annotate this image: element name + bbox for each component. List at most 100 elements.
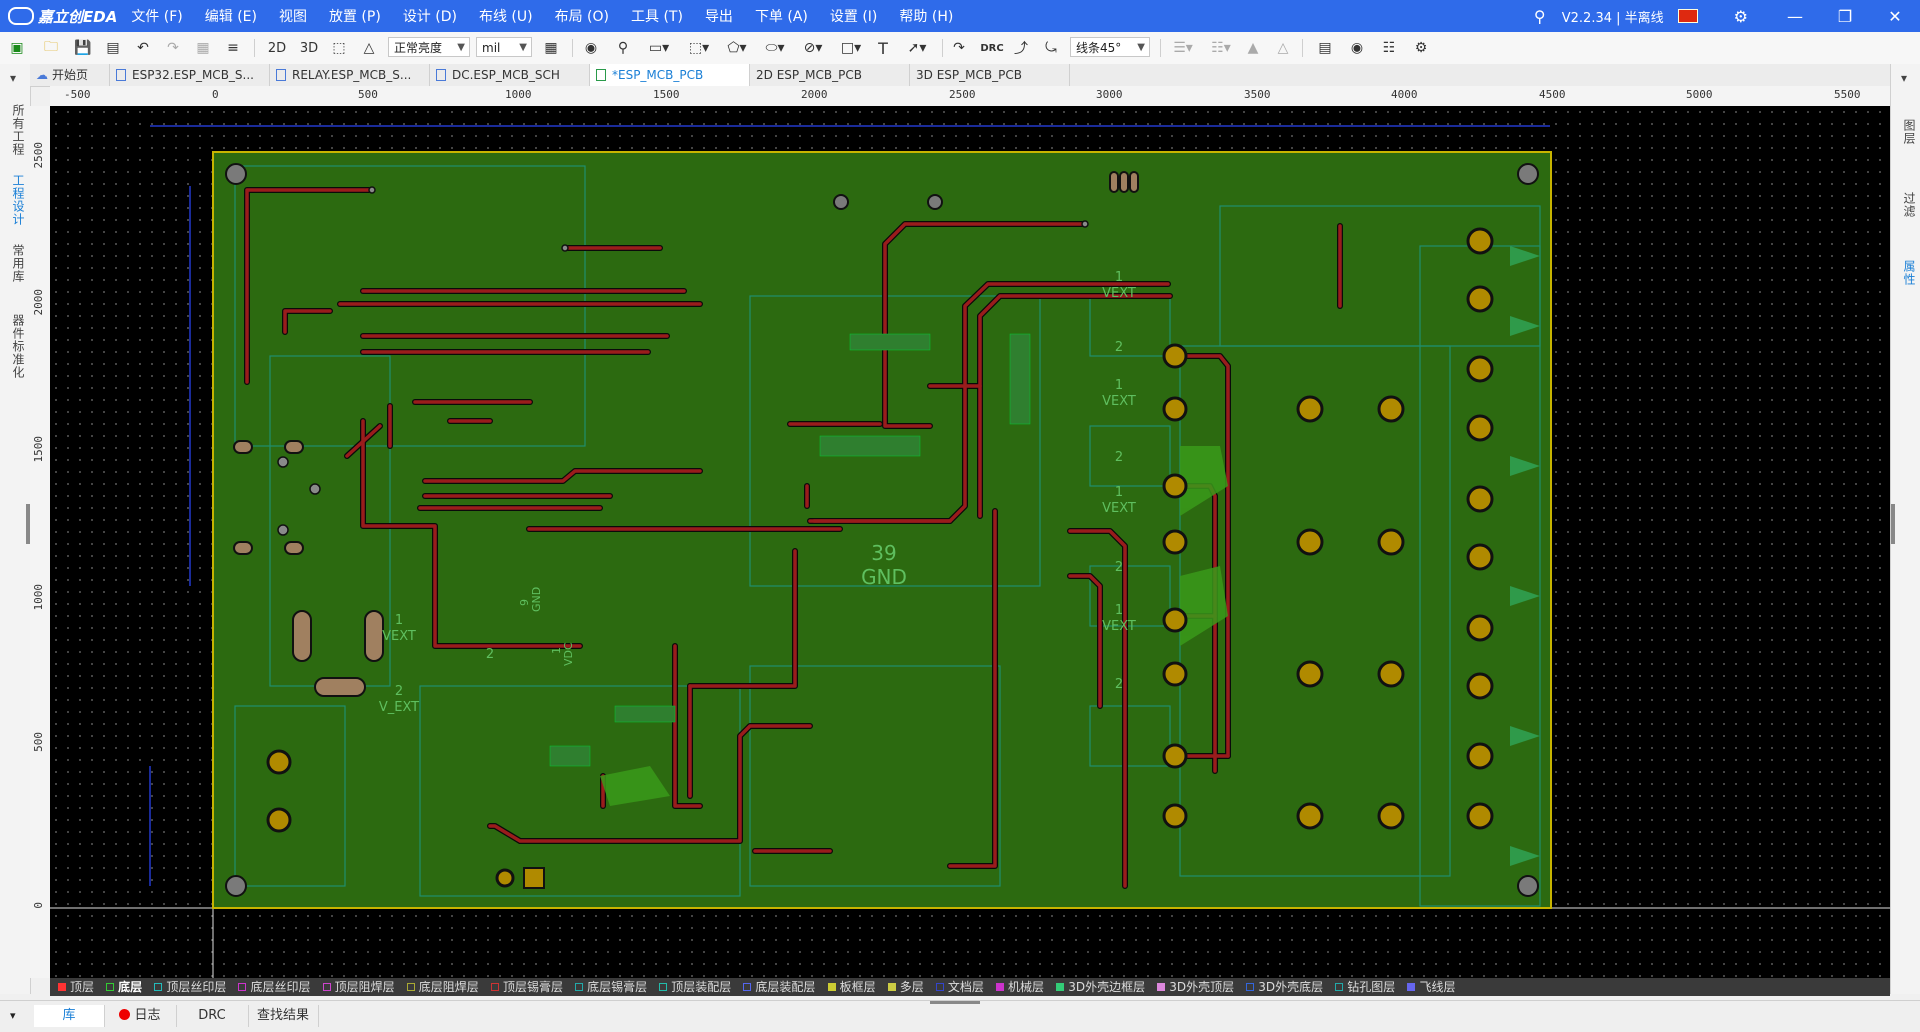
menu-order[interactable]: 下单 (A) <box>755 6 808 26</box>
drc-button[interactable]: DRC <box>978 37 1006 59</box>
layer-top-solder-mask[interactable]: 顶层阻焊层 <box>322 978 395 996</box>
menu-layout[interactable]: 布局 (O) <box>555 6 609 26</box>
save-all-icon[interactable]: ▤ <box>102 37 124 59</box>
zoom-fit-icon[interactable]: ⬚ <box>328 37 350 59</box>
layer-manager-icon[interactable]: ☷ <box>1378 37 1400 59</box>
layer-3d-shell-outline[interactable]: 3D外壳边框层 <box>1056 978 1145 996</box>
pin-icon[interactable]: ▾ <box>10 72 28 85</box>
minimize-icon[interactable]: — <box>1770 7 1820 26</box>
search-icon[interactable]: ⚲ <box>1526 7 1554 26</box>
tab-pcb-3d[interactable]: 3D ESP_MCB_PCB <box>910 64 1070 86</box>
grid-icon[interactable]: ▦ <box>540 37 562 59</box>
pin-icon[interactable]: ▾ <box>10 1009 16 1022</box>
new-file-icon[interactable]: ▣ <box>6 37 28 59</box>
no-connect-icon[interactable]: ⊘▾ <box>798 37 828 59</box>
layer-multi[interactable]: 多层 <box>887 978 924 996</box>
layer-3d-shell-bottom[interactable]: 3D外壳底层 <box>1246 978 1323 996</box>
pad-icon[interactable]: ▭▾ <box>644 37 674 59</box>
view-2d-button[interactable]: 2D <box>264 37 290 59</box>
grid-select-icon[interactable]: ▦ <box>192 37 214 59</box>
save-icon[interactable]: 💾 <box>72 37 94 59</box>
net-label-icon[interactable]: ⚲ <box>612 37 634 59</box>
maximize-icon[interactable]: ❐ <box>1820 7 1870 26</box>
tab-pcb-2d[interactable]: 2D ESP_MCB_PCB <box>750 64 910 86</box>
brightness-select[interactable]: 正常亮度 ▼ <box>388 37 470 57</box>
menu-tools[interactable]: 工具 (T) <box>631 6 683 26</box>
bottom-tab-find-results[interactable]: 查找结果 <box>248 1005 319 1027</box>
menu-edit[interactable]: 编辑 (E) <box>205 6 257 26</box>
layer-3d-shell-top[interactable]: 3D外壳顶层 <box>1157 978 1234 996</box>
menu-place[interactable]: 放置 (P) <box>329 6 381 26</box>
redo-icon[interactable]: ↷ <box>162 37 184 59</box>
ellipse-icon[interactable]: ⬭▾ <box>760 37 790 59</box>
right-tab-properties[interactable]: 属性 <box>1897 260 1916 286</box>
route-mode-select[interactable]: 线条45° ▼ <box>1070 37 1150 57</box>
bottom-tab-drc[interactable]: DRC <box>176 1005 249 1027</box>
close-icon[interactable]: ✕ <box>1870 7 1920 26</box>
menu-design[interactable]: 设计 (D) <box>403 6 457 26</box>
tab-pcb-active[interactable]: *ESP_MCB_PCB <box>590 64 750 86</box>
layer-document[interactable]: 文档层 <box>935 978 984 996</box>
right-tab-layers[interactable]: 图层 <box>1897 119 1916 145</box>
left-tab-all-projects[interactable]: 所有工程 <box>6 104 25 156</box>
layer-bottom-paste[interactable]: 底层锡膏层 <box>575 978 647 996</box>
layer-top-assembly[interactable]: 顶层装配层 <box>659 978 731 996</box>
menu-route[interactable]: 布线 (U) <box>479 6 533 26</box>
left-tab-component-standard[interactable]: 器件标准化 <box>6 314 25 379</box>
undo-icon[interactable]: ↶ <box>132 37 154 59</box>
layer-top[interactable]: 顶层 <box>58 978 94 996</box>
layer-top-silk[interactable]: 顶层丝印层 <box>154 978 226 996</box>
right-panel-collapse-handle[interactable] <box>1891 504 1895 544</box>
menu-file[interactable]: 文件 (F) <box>131 6 182 26</box>
bom-icon[interactable]: ≡ <box>222 37 244 59</box>
distribute-icon[interactable]: ☷▾ <box>1206 37 1236 59</box>
menu-settings[interactable]: 设置 (I) <box>830 6 878 26</box>
left-tab-project-design[interactable]: 工程设计 <box>6 174 25 226</box>
mirror-icon[interactable]: ▲ <box>1242 37 1264 59</box>
right-tab-filter[interactable]: 过滤 <box>1897 192 1916 218</box>
unit-select[interactable]: mil ▼ <box>476 37 532 57</box>
align-icon[interactable]: ☰▾ <box>1168 37 1198 59</box>
bottom-tab-library[interactable]: 库 <box>34 1005 105 1027</box>
gear-icon[interactable]: ⚙ <box>1734 7 1748 26</box>
via-icon[interactable]: ◉ <box>580 37 602 59</box>
pin-icon[interactable]: ▾ <box>1901 72 1919 85</box>
route-icon[interactable]: ⤴ <box>1010 37 1032 59</box>
flip-icon[interactable]: △ <box>1272 37 1294 59</box>
open-folder-icon[interactable]: 🗀 <box>40 37 62 59</box>
menu-help[interactable]: 帮助 (H) <box>899 6 953 26</box>
layer-bottom-assembly[interactable]: 底层装配层 <box>743 978 815 996</box>
menu-export[interactable]: 导出 <box>705 6 733 26</box>
pcb-canvas[interactable]: 39 GND 1 VEXT 2 1 VEXT 2 1 VEXT 2 1 VEXT… <box>50 106 1890 978</box>
camera-icon[interactable]: ◉ <box>1346 37 1368 59</box>
settings-gear-icon[interactable]: ⚙ <box>1410 37 1432 59</box>
layer-top-paste[interactable]: 顶层锡膏层 <box>490 978 563 996</box>
layer-mechanical[interactable]: 机械层 <box>996 978 1044 996</box>
layer-board-outline[interactable]: 板框层 <box>827 978 876 996</box>
pcb-drawing[interactable]: 39 GND 1 VEXT 2 1 VEXT 2 1 VEXT 2 1 VEXT… <box>50 106 1890 978</box>
bottom-panel-collapse-handle[interactable] <box>930 1001 980 1004</box>
layer-ratsnest[interactable]: 飞线层 <box>1407 978 1455 996</box>
import-icon[interactable]: ↷ <box>948 37 970 59</box>
highlight-icon[interactable]: △ <box>358 37 380 59</box>
rectangle-icon[interactable]: □▾ <box>836 37 866 59</box>
polygon-icon[interactable]: ⬠▾ <box>722 37 752 59</box>
menu-view[interactable]: 视图 <box>279 6 307 26</box>
board-setup-icon[interactable]: ▤ <box>1314 37 1336 59</box>
tab-start-page[interactable]: ☁ 开始页 <box>30 64 110 86</box>
tab-relay-schematic[interactable]: RELAY.ESP_MCB_S... <box>270 64 430 86</box>
tab-esp32-schematic[interactable]: ESP32.ESP_MCB_S... <box>110 64 270 86</box>
region-icon[interactable]: ⬚▾ <box>684 37 714 59</box>
text-icon[interactable]: T <box>872 37 894 59</box>
china-flag-icon[interactable] <box>1677 9 1698 23</box>
layer-bottom-silk[interactable]: 底层丝印层 <box>238 978 310 996</box>
layer-drill-drawing[interactable]: 钻孔图层 <box>1335 978 1395 996</box>
diff-route-icon[interactable]: ⤿ <box>1040 37 1062 59</box>
bottom-tab-log[interactable]: 日志 <box>104 1005 177 1027</box>
tab-dc-schematic[interactable]: DC.ESP_MCB_SCH <box>430 64 590 86</box>
left-tab-common-library[interactable]: 常用库 <box>6 244 25 283</box>
layer-bottom-solder-mask[interactable]: 底层阻焊层 <box>406 978 479 996</box>
layer-bottom[interactable]: 底层 <box>106 978 142 996</box>
line-icon[interactable]: ➚▾ <box>902 37 932 59</box>
view-3d-button[interactable]: 3D <box>296 37 322 59</box>
